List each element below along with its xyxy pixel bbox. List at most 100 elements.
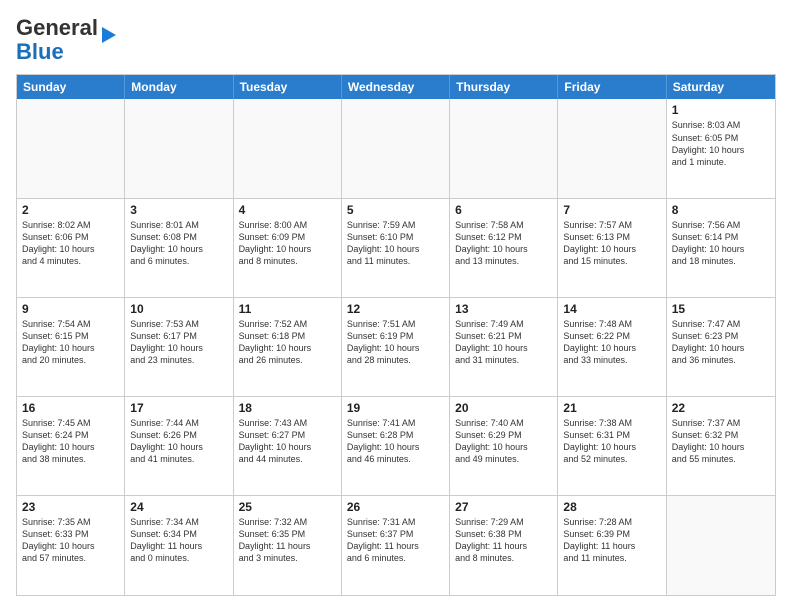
cell-info: Sunrise: 7:48 AM Sunset: 6:22 PM Dayligh… xyxy=(563,318,660,367)
cal-cell-4-2: 25 Sunrise: 7:32 AM Sunset: 6:35 PM Dayli… xyxy=(234,496,342,595)
cell-day: 15 xyxy=(672,302,770,316)
cal-cell-0-6: 1 Sunrise: 8:03 AM Sunset: 6:05 PM Daylig… xyxy=(667,99,775,197)
cal-cell-4-1: 24 Sunrise: 7:34 AM Sunset: 6:34 PM Dayli… xyxy=(125,496,233,595)
cell-day: 6 xyxy=(455,203,552,217)
cell-info: Sunrise: 7:44 AM Sunset: 6:26 PM Dayligh… xyxy=(130,417,227,466)
logo: General Blue xyxy=(16,16,116,64)
cal-row-0: 1 Sunrise: 8:03 AM Sunset: 6:05 PM Daylig… xyxy=(17,99,775,198)
cell-day: 8 xyxy=(672,203,770,217)
cell-day: 2 xyxy=(22,203,119,217)
cal-cell-3-0: 16Sunrise: 7:45 AM Sunset: 6:24 PM Dayli… xyxy=(17,397,125,495)
cell-info: Sunrise: 7:35 AM Sunset: 6:33 PM Dayligh… xyxy=(22,516,119,565)
cal-cell-1-3: 5 Sunrise: 7:59 AM Sunset: 6:10 PM Daylig… xyxy=(342,199,450,297)
cal-cell-1-5: 7 Sunrise: 7:57 AM Sunset: 6:13 PM Daylig… xyxy=(558,199,666,297)
cell-day: 24 xyxy=(130,500,227,514)
cell-info: Sunrise: 7:59 AM Sunset: 6:10 PM Dayligh… xyxy=(347,219,444,268)
cal-cell-2-0: 9 Sunrise: 7:54 AM Sunset: 6:15 PM Daylig… xyxy=(17,298,125,396)
cell-info: Sunrise: 8:01 AM Sunset: 6:08 PM Dayligh… xyxy=(130,219,227,268)
header-monday: Monday xyxy=(125,75,233,99)
cell-info: Sunrise: 7:54 AM Sunset: 6:15 PM Dayligh… xyxy=(22,318,119,367)
cal-cell-2-1: 10 Sunrise: 7:53 AM Sunset: 6:17 PM Dayli… xyxy=(125,298,233,396)
cell-day: 3 xyxy=(130,203,227,217)
cal-cell-3-1: 17 Sunrise: 7:44 AM Sunset: 6:26 PM Dayli… xyxy=(125,397,233,495)
logo-blue: Blue xyxy=(16,39,64,64)
cell-day: 22 xyxy=(672,401,770,415)
header-tuesday: Tuesday xyxy=(234,75,342,99)
cell-day: 17 xyxy=(130,401,227,415)
cal-cell-2-5: 14 Sunrise: 7:48 AM Sunset: 6:22 PM Dayli… xyxy=(558,298,666,396)
cell-day: 14 xyxy=(563,302,660,316)
header-wednesday: Wednesday xyxy=(342,75,450,99)
cell-info: Sunrise: 7:57 AM Sunset: 6:13 PM Dayligh… xyxy=(563,219,660,268)
header: General Blue xyxy=(16,16,776,64)
cell-day: 19 xyxy=(347,401,444,415)
cal-cell-0-1 xyxy=(125,99,233,197)
cell-day: 5 xyxy=(347,203,444,217)
cal-cell-3-4: 20 Sunrise: 7:40 AM Sunset: 6:29 PM Dayli… xyxy=(450,397,558,495)
header-thursday: Thursday xyxy=(450,75,558,99)
cell-info: Sunrise: 7:34 AM Sunset: 6:34 PM Dayligh… xyxy=(130,516,227,565)
cal-row-2: 9 Sunrise: 7:54 AM Sunset: 6:15 PM Daylig… xyxy=(17,298,775,397)
cell-info: Sunrise: 7:32 AM Sunset: 6:35 PM Dayligh… xyxy=(239,516,336,565)
logo-text: General Blue xyxy=(16,16,98,64)
cell-day: 21 xyxy=(563,401,660,415)
cal-cell-4-6 xyxy=(667,496,775,595)
cell-info: Sunrise: 8:00 AM Sunset: 6:09 PM Dayligh… xyxy=(239,219,336,268)
cell-info: Sunrise: 7:37 AM Sunset: 6:32 PM Dayligh… xyxy=(672,417,770,466)
cal-cell-4-5: 28Sunrise: 7:28 AM Sunset: 6:39 PM Dayli… xyxy=(558,496,666,595)
cell-info: Sunrise: 7:51 AM Sunset: 6:19 PM Dayligh… xyxy=(347,318,444,367)
cell-day: 23 xyxy=(22,500,119,514)
calendar: Sunday Monday Tuesday Wednesday Thursday… xyxy=(16,74,776,596)
cal-cell-0-0 xyxy=(17,99,125,197)
cal-cell-4-0: 23 Sunrise: 7:35 AM Sunset: 6:33 PM Dayli… xyxy=(17,496,125,595)
cell-info: Sunrise: 7:29 AM Sunset: 6:38 PM Dayligh… xyxy=(455,516,552,565)
logo-general: General xyxy=(16,15,98,40)
cal-cell-1-2: 4 Sunrise: 8:00 AM Sunset: 6:09 PM Daylig… xyxy=(234,199,342,297)
cell-day: 10 xyxy=(130,302,227,316)
cal-cell-3-3: 19 Sunrise: 7:41 AM Sunset: 6:28 PM Dayli… xyxy=(342,397,450,495)
cell-info: Sunrise: 7:45 AM Sunset: 6:24 PM Dayligh… xyxy=(22,417,119,466)
cal-cell-1-4: 6 Sunrise: 7:58 AM Sunset: 6:12 PM Daylig… xyxy=(450,199,558,297)
cal-cell-2-6: 15 Sunrise: 7:47 AM Sunset: 6:23 PM Dayli… xyxy=(667,298,775,396)
cal-row-1: 2 Sunrise: 8:02 AM Sunset: 6:06 PM Daylig… xyxy=(17,199,775,298)
cal-cell-2-3: 12 Sunrise: 7:51 AM Sunset: 6:19 PM Dayli… xyxy=(342,298,450,396)
cell-info: Sunrise: 8:03 AM Sunset: 6:05 PM Dayligh… xyxy=(672,119,770,168)
cell-info: Sunrise: 7:52 AM Sunset: 6:18 PM Dayligh… xyxy=(239,318,336,367)
cell-day: 1 xyxy=(672,103,770,117)
cal-cell-1-6: 8 Sunrise: 7:56 AM Sunset: 6:14 PM Daylig… xyxy=(667,199,775,297)
cal-cell-2-4: 13Sunrise: 7:49 AM Sunset: 6:21 PM Dayli… xyxy=(450,298,558,396)
cell-info: Sunrise: 7:56 AM Sunset: 6:14 PM Dayligh… xyxy=(672,219,770,268)
cell-info: Sunrise: 8:02 AM Sunset: 6:06 PM Dayligh… xyxy=(22,219,119,268)
cell-day: 12 xyxy=(347,302,444,316)
cell-day: 11 xyxy=(239,302,336,316)
cal-cell-2-2: 11 Sunrise: 7:52 AM Sunset: 6:18 PM Dayli… xyxy=(234,298,342,396)
calendar-body: 1 Sunrise: 8:03 AM Sunset: 6:05 PM Daylig… xyxy=(17,99,775,595)
cal-cell-0-4 xyxy=(450,99,558,197)
cell-info: Sunrise: 7:47 AM Sunset: 6:23 PM Dayligh… xyxy=(672,318,770,367)
cal-cell-4-3: 26Sunrise: 7:31 AM Sunset: 6:37 PM Dayli… xyxy=(342,496,450,595)
cal-cell-0-5 xyxy=(558,99,666,197)
cell-info: Sunrise: 7:40 AM Sunset: 6:29 PM Dayligh… xyxy=(455,417,552,466)
cal-cell-3-2: 18Sunrise: 7:43 AM Sunset: 6:27 PM Dayli… xyxy=(234,397,342,495)
cell-info: Sunrise: 7:28 AM Sunset: 6:39 PM Dayligh… xyxy=(563,516,660,565)
cell-day: 18 xyxy=(239,401,336,415)
cal-cell-4-4: 27 Sunrise: 7:29 AM Sunset: 6:38 PM Dayli… xyxy=(450,496,558,595)
cell-info: Sunrise: 7:41 AM Sunset: 6:28 PM Dayligh… xyxy=(347,417,444,466)
cal-cell-3-5: 21 Sunrise: 7:38 AM Sunset: 6:31 PM Dayli… xyxy=(558,397,666,495)
cell-info: Sunrise: 7:58 AM Sunset: 6:12 PM Dayligh… xyxy=(455,219,552,268)
cell-day: 7 xyxy=(563,203,660,217)
cell-info: Sunrise: 7:49 AM Sunset: 6:21 PM Dayligh… xyxy=(455,318,552,367)
cell-day: 20 xyxy=(455,401,552,415)
cell-day: 4 xyxy=(239,203,336,217)
cell-info: Sunrise: 7:38 AM Sunset: 6:31 PM Dayligh… xyxy=(563,417,660,466)
cell-info: Sunrise: 7:53 AM Sunset: 6:17 PM Dayligh… xyxy=(130,318,227,367)
page: General Blue Sunday Monday Tuesday Wedne… xyxy=(0,0,792,612)
cell-day: 9 xyxy=(22,302,119,316)
header-friday: Friday xyxy=(558,75,666,99)
cell-day: 27 xyxy=(455,500,552,514)
cell-day: 25 xyxy=(239,500,336,514)
header-saturday: Saturday xyxy=(667,75,775,99)
header-sunday: Sunday xyxy=(17,75,125,99)
cal-cell-1-1: 3 Sunrise: 8:01 AM Sunset: 6:08 PM Daylig… xyxy=(125,199,233,297)
cell-info: Sunrise: 7:31 AM Sunset: 6:37 PM Dayligh… xyxy=(347,516,444,565)
